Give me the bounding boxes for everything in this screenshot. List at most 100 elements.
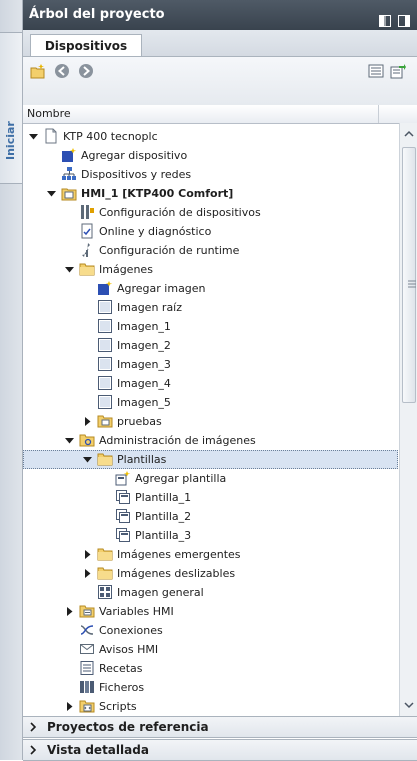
scroll-down-icon[interactable] [402,698,416,712]
tree-item[interactable]: Configuración de runtime [23,241,398,260]
project-tree-panel: Árbol del proyecto Dispositivos Nombre K… [23,0,417,761]
column-separator[interactable] [378,105,379,123]
folder-icon [97,565,113,581]
expand-arrow-right-icon[interactable] [82,568,93,579]
scrollbar-thumb[interactable] [402,147,416,403]
tree-item[interactable]: Plantilla_2 [23,507,398,526]
expand-arrow-right-icon[interactable] [64,701,75,712]
tree-item-label: Imagen_1 [117,320,171,333]
tree-item-label: Ficheros [99,681,145,694]
chevron-right-icon [30,722,37,732]
tab-dispositivos[interactable]: Dispositivos [30,34,142,57]
network-icon [61,166,77,182]
hmi-tags-icon [79,603,95,619]
tree-item[interactable]: Plantilla_1 [23,488,398,507]
expand-arrow-right-icon[interactable] [64,606,75,617]
side-tab-iniciar[interactable] [0,32,22,184]
tree-item[interactable]: Imagen_5 [23,393,398,412]
tree-item[interactable]: Imagen_2 [23,336,398,355]
logs-icon [79,679,95,695]
expand-arrow-down-icon[interactable] [64,435,75,446]
tree-item[interactable]: Online y diagnóstico [23,222,398,241]
tree-item-label: Plantillas [117,453,167,466]
expand-arrow-right-icon[interactable] [82,416,93,427]
tree-item[interactable]: Avisos HMI [23,640,398,659]
online-diagnostic-icon [79,223,95,239]
overview-icon[interactable] [368,63,384,79]
tree-item-label: Plantilla_3 [135,529,192,542]
tree-item[interactable]: Ficheros [23,678,398,697]
vertical-scrollbar[interactable] [399,123,417,716]
column-header-nombre[interactable]: Nombre [27,105,71,123]
scripts-icon [79,698,95,714]
expand-arrow-right-icon[interactable] [82,549,93,560]
tree-item-label: Imágenes deslizables [117,567,236,580]
screen-icon [97,337,113,353]
tree-item[interactable]: Agregar dispositivo [23,146,398,165]
tree-item[interactable]: Conexiones [23,621,398,640]
tree-item[interactable]: KTP 400 tecnoplc [23,127,398,146]
tree-item[interactable]: Plantillas [23,450,398,469]
project-tree: KTP 400 tecnoplc Agregar dispositivo Dispo… [23,124,398,716]
tree-item[interactable]: Imágenes [23,260,398,279]
screen-icon [97,356,113,372]
tree-item[interactable]: Recetas [23,659,398,678]
tree-item[interactable]: Dispositivos y redes [23,165,398,184]
tree-item[interactable]: Configuración de dispositivos [23,203,398,222]
add-template-icon [115,470,131,486]
panel-title-bar: Árbol del proyecto [23,0,417,30]
tree-item[interactable]: pruebas [23,412,398,431]
tree-item-label: Imágenes emergentes [117,548,241,561]
tree-item-label: Plantilla_1 [135,491,192,504]
tree-item-label: Recetas [99,662,143,675]
tree-item[interactable]: Administración de imágenes [23,431,398,450]
tree-item-label: Online y diagnóstico [99,225,212,238]
section-vista-detallada[interactable]: Vista detallada [23,739,417,761]
expand-arrow-down-icon[interactable] [82,454,93,465]
expand-arrow-down-icon[interactable] [64,264,75,275]
tree-item-label: Imágenes [99,263,153,276]
split-panel-icon[interactable] [379,9,391,27]
tree-item-label: Imagen raíz [117,301,183,314]
tree-item[interactable]: Imagen_3 [23,355,398,374]
tree-item-label: Imagen_4 [117,377,171,390]
section-proyectos-de-referencia[interactable]: Proyectos de referencia [23,716,417,738]
expand-arrow-down-icon[interactable] [28,131,39,142]
tree-item-label: pruebas [117,415,162,428]
tree-item[interactable]: Imagen_4 [23,374,398,393]
tree-item-label: Conexiones [99,624,163,637]
screen-icon [97,318,113,334]
tree-item[interactable]: Imagen general [23,583,398,602]
tree-item-label: Scripts [99,700,137,713]
scroll-up-icon[interactable] [402,127,416,141]
tree-item-label: Agregar plantilla [135,472,227,485]
tree-item-label: Plantilla_2 [135,510,192,523]
tree-item-label: Variables HMI [99,605,174,618]
new-group-icon[interactable] [30,63,46,79]
tree-item[interactable]: Agregar plantilla [23,469,398,488]
tree-item[interactable]: Imágenes deslizables [23,564,398,583]
tree-item[interactable]: Imagen raíz [23,298,398,317]
template-icon [115,527,131,543]
alarms-icon [79,641,95,657]
tree-item[interactable]: HMI_1 [KTP400 Comfort] [23,184,398,203]
tree-item[interactable]: Imagen_1 [23,317,398,336]
project-icon [43,128,59,144]
tree-item[interactable]: Imágenes emergentes [23,545,398,564]
tree-item[interactable]: Agregar imagen [23,279,398,298]
close-panel-icon[interactable] [398,9,410,27]
tree-item[interactable]: Scripts [23,697,398,716]
tree-item-label: Agregar dispositivo [81,149,188,162]
hmi-device-icon [61,185,77,201]
screen-icon [97,394,113,410]
side-task-strip: Iniciar [0,0,23,760]
screen-icon [97,299,113,315]
tree-item[interactable]: Plantilla_3 [23,526,398,545]
forward-icon[interactable] [78,63,94,79]
expand-arrow-down-icon[interactable] [46,188,57,199]
tree-item-label: HMI_1 [KTP400 Comfort] [81,187,234,200]
export-icon[interactable] [390,63,406,79]
tree-item-label: Agregar imagen [117,282,206,295]
tree-item[interactable]: Variables HMI [23,602,398,621]
back-icon[interactable] [54,63,70,79]
